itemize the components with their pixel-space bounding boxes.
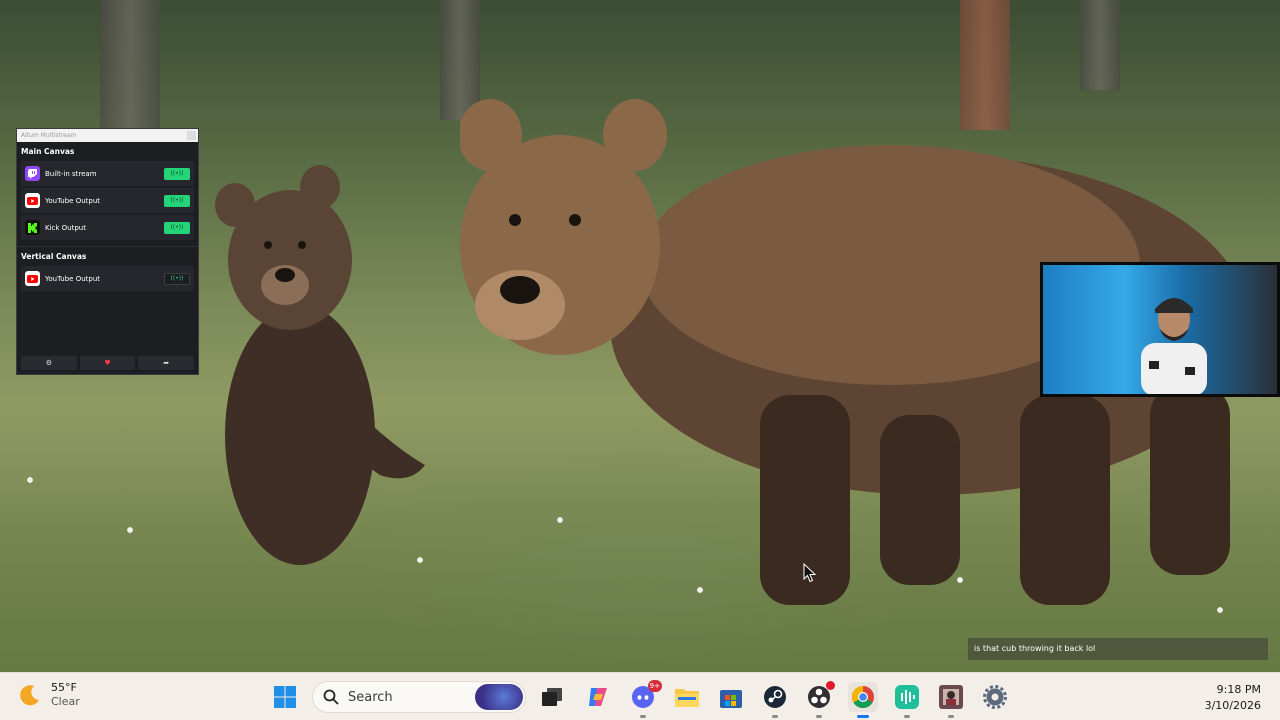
moon-icon	[20, 685, 39, 706]
clock-date: 3/10/2026	[1204, 699, 1261, 712]
dock-titlebar[interactable]: Aitum Multistream	[17, 129, 198, 142]
output-name: YouTube Output	[45, 274, 101, 283]
clock-time: 9:18 PM	[1216, 683, 1261, 696]
discord-icon[interactable]: 9+	[628, 680, 662, 718]
weather-condition: Clear	[51, 695, 80, 708]
heart-icon[interactable]: ♥	[79, 356, 136, 370]
file-explorer-icon[interactable]	[672, 682, 702, 712]
windows-start-icon[interactable]	[270, 682, 300, 712]
section-main-canvas: Main Canvas	[21, 147, 75, 156]
aitum-multistream-dock: Aitum Multistream Main Canvas Built-in s…	[16, 128, 199, 375]
section-vertical-canvas: Vertical Canvas	[21, 252, 87, 261]
game-app-icon[interactable]	[936, 682, 966, 718]
dock-close-button[interactable]	[187, 131, 196, 140]
chat-message-overlay: is that cub throwing it back lol	[968, 638, 1268, 660]
running-indicator	[816, 715, 822, 718]
dock-footer: ⚙ ♥ ➦	[21, 356, 195, 370]
output-name: Built-in stream	[45, 169, 97, 178]
youtube-icon	[25, 193, 40, 208]
output-toggle-button[interactable]: ((•))	[164, 167, 190, 180]
youtube-icon	[25, 271, 40, 286]
output-name: YouTube Output	[45, 196, 101, 205]
kick-icon	[25, 220, 40, 235]
tree-trunk	[1080, 0, 1120, 90]
microsoft-store-icon[interactable]	[716, 682, 746, 712]
share-icon[interactable]: ➦	[138, 356, 195, 370]
active-window-indicator	[857, 715, 869, 718]
output-toggle-button[interactable]: ((•))	[164, 221, 190, 234]
system-clock[interactable]: 9:18 PM 3/10/2026	[1205, 682, 1261, 714]
tree-trunk	[100, 0, 160, 140]
output-row-kick: Kick Output ((•))	[21, 215, 194, 240]
search-highlight-image	[475, 684, 523, 710]
discord-notification-badge: 9+	[647, 680, 662, 692]
output-row-youtube-vertical: YouTube Output ((•))	[21, 266, 194, 291]
output-row-youtube: YouTube Output ((•))	[21, 188, 194, 213]
obs-icon[interactable]	[804, 681, 835, 718]
windows-taskbar: 55°F Clear Search 9+ 9:18 PM 3/10/2026	[0, 672, 1280, 720]
running-indicator	[904, 715, 910, 718]
settings-icon[interactable]	[980, 682, 1010, 712]
obs-recording-indicator	[826, 681, 835, 690]
output-row-built-in-stream: Built-in stream ((•))	[21, 161, 194, 186]
dock-title: Aitum Multistream	[21, 132, 77, 139]
twitch-icon	[25, 166, 40, 181]
copilot-icon[interactable]	[583, 682, 613, 712]
running-indicator	[640, 715, 646, 718]
output-toggle-button[interactable]: ((•))	[164, 272, 190, 285]
running-indicator	[772, 715, 778, 718]
webcam-feed	[1043, 265, 1277, 394]
streamer-image	[1141, 298, 1207, 394]
taskbar-search-box[interactable]: Search	[312, 681, 526, 713]
output-name: Kick Output	[45, 223, 86, 232]
bear-cub-image	[215, 165, 425, 565]
task-view-icon[interactable]	[537, 682, 567, 712]
mouse-cursor-icon	[803, 563, 817, 583]
webcam-overlay	[1040, 262, 1280, 397]
weather-widget[interactable]: 55°F Clear	[18, 681, 80, 709]
search-placeholder: Search	[348, 689, 393, 705]
output-toggle-button[interactable]: ((•))	[164, 194, 190, 207]
running-indicator	[948, 715, 954, 718]
chrome-icon[interactable]	[848, 682, 878, 718]
audio-app-icon[interactable]	[892, 682, 922, 718]
steam-icon[interactable]	[760, 682, 790, 718]
gear-icon[interactable]: ⚙	[21, 356, 77, 370]
search-icon	[323, 689, 339, 705]
weather-temperature: 55°F	[51, 681, 77, 694]
